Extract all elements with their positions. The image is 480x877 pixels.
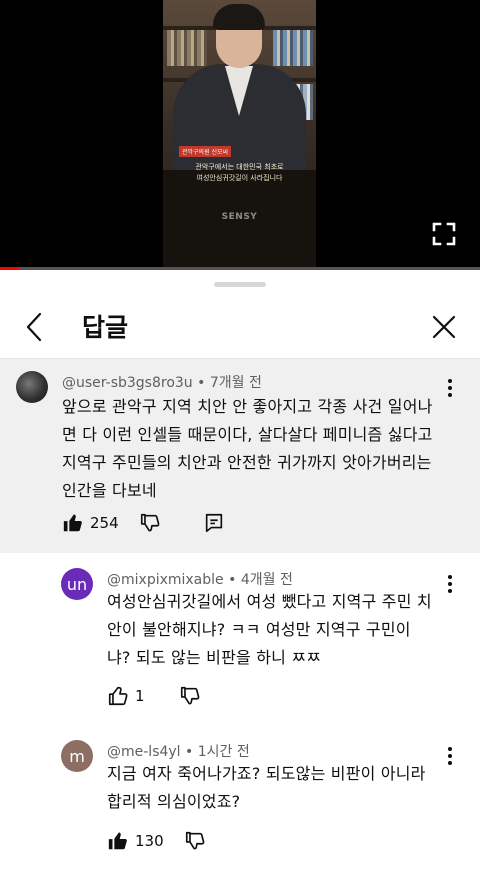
replies-sheet: 답글 @user-sb3gs8ro3u • 7개월 전 앞으로 관악구 지역 치…: [0, 270, 480, 877]
video-frame: 관악구의원 신모씨 관악구에서는 대한민국 최초로 여성안심귀갓길이 사라집니다…: [163, 0, 316, 268]
reply-comment: m @me-ls4yl • 1시간 전 지금 여자 죽어나가죠? 되도않는 비판…: [0, 732, 480, 872]
page-title: 답글: [82, 313, 129, 342]
close-icon: [432, 315, 456, 339]
video-player[interactable]: 관악구의원 신모씨 관악구에서는 대한민국 최초로 여성안심귀갓길이 사라집니다…: [0, 0, 480, 270]
replies-header: 답글: [0, 298, 480, 356]
more-icon[interactable]: [444, 573, 456, 595]
comment-author[interactable]: @user-sb3gs8ro3u: [62, 375, 193, 391]
avatar[interactable]: m: [61, 740, 93, 772]
comment-author[interactable]: @me-ls4yl: [107, 744, 181, 760]
like-icon[interactable]: [107, 685, 129, 707]
bookshelf: [273, 30, 313, 66]
avatar-letter: un: [66, 574, 88, 594]
reply-icon[interactable]: [203, 512, 225, 534]
speaker-hair: [213, 4, 265, 30]
comment-meta: @me-ls4yl • 1시간 전: [107, 741, 250, 761]
more-icon[interactable]: [444, 745, 456, 767]
comment-text: 앞으로 관악구 지역 치안 안 좋아지고 각종 사건 일어나 면 다 이런 인셀…: [62, 397, 433, 500]
back-button[interactable]: [22, 310, 50, 344]
brand-watermark: SENSY: [221, 212, 258, 222]
meta-separator: •: [192, 375, 210, 391]
avatar-letter: m: [69, 746, 85, 766]
close-button[interactable]: [428, 311, 460, 343]
dislike-icon[interactable]: [184, 830, 206, 852]
comment-time: 4개월 전: [240, 572, 293, 588]
bookshelf: [167, 30, 207, 66]
like-count: 130: [135, 832, 164, 850]
parent-comment: @user-sb3gs8ro3u • 7개월 전 앞으로 관악구 지역 치안 안…: [0, 358, 480, 553]
more-icon[interactable]: [444, 377, 456, 399]
comment-actions: 254: [62, 511, 225, 535]
drag-handle[interactable]: [214, 282, 266, 287]
comment-time: 7개월 전: [209, 375, 262, 391]
meta-separator: •: [180, 744, 198, 760]
caption-line: 여성안심귀갓길이 사라집니다: [196, 174, 283, 182]
reply-comment: un @mixpixmixable • 4개월 전 여성안심귀갓길에서 여성 뺐…: [0, 562, 480, 712]
like-filled-icon[interactable]: [62, 512, 84, 534]
caption-tag: 관악구의원 신모씨: [179, 146, 232, 157]
like-count: 254: [90, 514, 119, 532]
dislike-icon[interactable]: [179, 685, 201, 707]
comment-time: 1시간 전: [197, 744, 250, 760]
comment-actions: 130: [107, 829, 206, 853]
comment-author[interactable]: @mixpixmixable: [107, 572, 224, 588]
caption-line: 관악구에서는 대한민국 최초로: [195, 163, 284, 171]
dislike-icon[interactable]: [139, 512, 161, 534]
chevron-left-icon: [26, 312, 42, 342]
meta-separator: •: [223, 572, 241, 588]
fullscreen-icon[interactable]: [432, 222, 456, 246]
comment-text: 지금 여자 죽어나가죠? 되도않는 비판이 아니라 합리적 의심이었죠?: [107, 764, 426, 811]
like-count: 1: [135, 687, 145, 705]
comment-meta: @mixpixmixable • 4개월 전: [107, 569, 293, 589]
comment-actions: 1: [107, 684, 201, 708]
avatar[interactable]: [16, 371, 48, 403]
avatar[interactable]: un: [61, 568, 93, 600]
comment-text: 여성안심귀갓길에서 여성 뺐다고 지역구 주민 치 안이 불안해지냐? ㅋㅋ 여…: [107, 592, 432, 667]
comment-meta: @user-sb3gs8ro3u • 7개월 전: [62, 372, 262, 392]
like-filled-icon[interactable]: [107, 830, 129, 852]
